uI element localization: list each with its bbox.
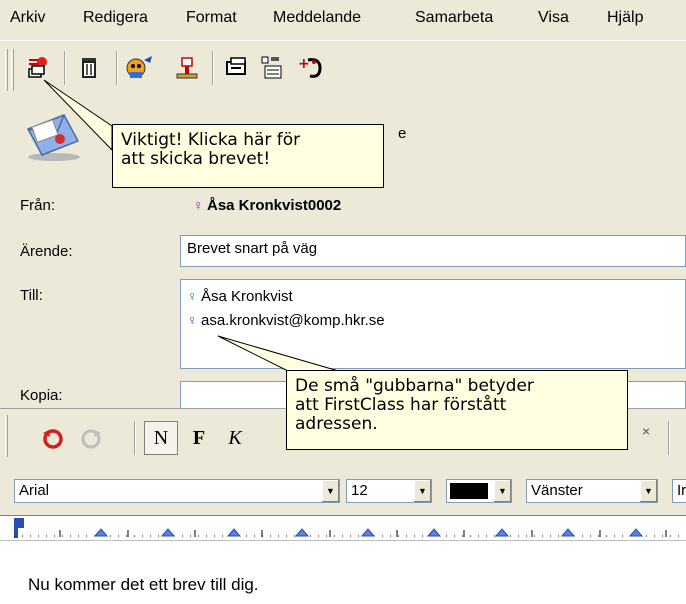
address-tooltip-line: De små "gubbarna" betyder: [295, 376, 534, 396]
send-tooltip-line: att skicka brevet!: [121, 149, 271, 169]
address-tooltip-line: adressen.: [295, 414, 378, 434]
tooltip-pointers: [43, 79, 343, 373]
address-tooltip-line: att FirstClass har förstått: [295, 395, 507, 415]
address-tooltip: De små "gubbarna" betyder att FirstClass…: [286, 370, 628, 450]
send-tooltip: Viktigt! Klicka här för att skicka breve…: [112, 124, 384, 188]
send-tooltip-line: Viktigt! Klicka här för: [121, 130, 301, 150]
